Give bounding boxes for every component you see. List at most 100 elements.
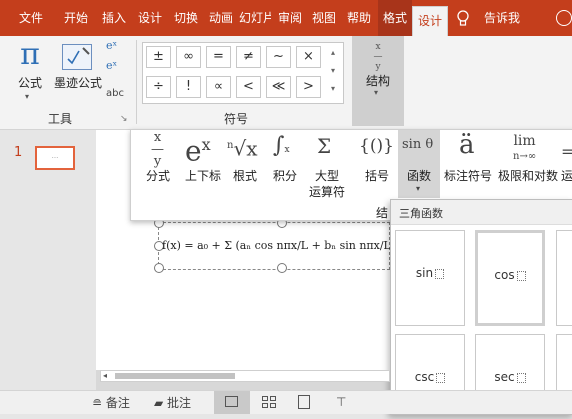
tab-review[interactable]: 审阅 <box>272 0 308 36</box>
notes-label: 备注 <box>105 396 130 410</box>
fourier-equation[interactable]: f(x) = a₀ + Σ (aₙ cos nπx/L + bₙ sin nπx… <box>162 228 390 264</box>
structure-radical[interactable]: n√x 根式 <box>227 130 263 212</box>
resize-handle[interactable] <box>154 263 164 273</box>
tab-help[interactable]: 帮助 <box>341 0 377 36</box>
function-label: cos <box>494 268 515 282</box>
status-bar: ≘ 备注 ▰ 批注 ⊤ <box>0 390 572 414</box>
tab-equation-design[interactable]: 设计 <box>412 6 448 36</box>
tools-group-label: 工具 <box>47 112 72 126</box>
tab-design[interactable]: 设计 <box>132 0 168 36</box>
fraction-icon: x — y <box>151 130 164 169</box>
structure-integral[interactable]: ∫x 积分 <box>267 130 303 212</box>
lightbulb-icon <box>456 0 470 36</box>
tab-slideshow[interactable]: 幻灯片 <box>239 0 271 36</box>
function-tan-partial[interactable] <box>556 230 572 326</box>
linear-format-icon[interactable]: eˣ <box>106 60 117 71</box>
sigma-icon: Σ <box>317 134 332 158</box>
function-label: sin <box>415 266 434 280</box>
symbol-proportional[interactable]: ∝ <box>206 76 231 98</box>
comments-label: 批注 <box>167 396 192 410</box>
normal-view-icon <box>225 396 238 407</box>
structure-label: 运 <box>561 169 572 183</box>
symbol-not-equal[interactable]: ≠ <box>236 46 261 68</box>
symbol-factorial[interactable]: ! <box>176 76 201 98</box>
structure-label: 括号 <box>364 169 389 183</box>
group-divider <box>136 40 137 124</box>
structure-label: 结构 <box>365 74 390 88</box>
symbols-group-label: 符号 <box>223 112 248 126</box>
equation-text: f(x) = a₀ + Σ (aₙ cos nπx/L + bₙ sin nπx… <box>162 239 390 252</box>
symbol-times[interactable]: × <box>296 46 321 68</box>
ribbon-panel: π 公式 ▾ 墨迹公式 eˣ eˣ abc 工具 ↘ ± ∞ = ≠ ~ × ÷… <box>0 36 572 130</box>
function-icon: sin θ <box>402 137 434 152</box>
professional-format-icon[interactable]: eˣ <box>106 40 117 51</box>
structure-label: 分式 <box>145 169 170 183</box>
reading-view-icon[interactable] <box>298 395 310 409</box>
dialog-launcher-icon[interactable]: ↘ <box>120 114 128 124</box>
gallery-scroll-controls[interactable]: ▴ ▾ ▾ <box>326 44 340 100</box>
equation-button-label[interactable]: 公式 <box>15 74 45 91</box>
integral-icon: ∫x <box>273 133 290 158</box>
horizontal-scrollbar[interactable]: ◂ <box>100 370 390 382</box>
scrollbar-thumb[interactable] <box>115 373 235 379</box>
slide-thumbnail[interactable]: ··· <box>35 146 75 170</box>
structure-label: 大型 运算符 <box>308 169 345 199</box>
placeholder-box-icon <box>516 270 526 281</box>
account-icon[interactable] <box>556 10 572 26</box>
structure-label: 极限和对数 <box>497 169 558 183</box>
limit-icon: lim n→∞ <box>513 133 537 162</box>
chevron-down-icon: ▾ <box>25 92 30 101</box>
equation-pi-icon[interactable]: π <box>14 38 46 72</box>
radical-icon: n√x <box>227 136 258 161</box>
symbol-divide[interactable]: ÷ <box>146 76 171 98</box>
ink-equation-icon[interactable] <box>62 44 92 70</box>
symbol-equals[interactable]: = <box>206 46 231 68</box>
slide-thumbnail-pane: 1 ··· <box>0 130 96 390</box>
resize-handle[interactable] <box>277 263 287 273</box>
symbol-infinity[interactable]: ∞ <box>176 46 201 68</box>
slide-number: 1 <box>14 145 23 160</box>
trig-functions-header: 三角函数 <box>399 207 443 220</box>
scroll-left-icon[interactable]: ◂ <box>103 371 107 380</box>
slide-sorter-icon[interactable] <box>262 396 276 408</box>
function-cos[interactable]: cos <box>475 230 545 326</box>
tab-home[interactable]: 开始 <box>58 0 94 36</box>
tab-format[interactable]: 格式 <box>378 0 412 36</box>
tab-insert[interactable]: 插入 <box>96 0 132 36</box>
placeholder-box-icon <box>435 268 445 279</box>
symbol-plus-minus[interactable]: ± <box>146 46 171 68</box>
structure-large-operator[interactable]: Σ 大型 运算符 <box>305 130 349 212</box>
structure-script[interactable]: ex 上下标 <box>179 130 227 212</box>
tab-animations[interactable]: 动画 <box>203 0 239 36</box>
chevron-down-icon: ▾ <box>416 184 421 193</box>
structure-label: 积分 <box>272 169 297 183</box>
tab-transitions[interactable]: 切换 <box>168 0 204 36</box>
structure-label: 标注符号 <box>443 169 492 183</box>
structure-label: 函数 <box>406 169 431 183</box>
symbol-less-than[interactable]: < <box>236 76 261 98</box>
function-label: csc <box>414 370 435 384</box>
tell-me-search[interactable]: 告诉我 <box>480 0 524 36</box>
chevron-down-icon: ▾ <box>374 88 379 97</box>
structures-group-label: 结 <box>376 206 389 220</box>
slideshow-icon[interactable]: ⊤ <box>336 395 346 409</box>
normal-view-button[interactable] <box>214 391 250 414</box>
script-icon: ex <box>185 134 211 168</box>
symbol-greater-than[interactable]: > <box>296 76 321 98</box>
structure-button[interactable]: x — y 结构 ▾ <box>352 36 404 126</box>
symbol-much-less[interactable]: ≪ <box>266 76 291 98</box>
tab-view[interactable]: 视图 <box>306 0 342 36</box>
tab-file[interactable]: 文件 <box>8 0 54 36</box>
operator-icon: = <box>561 142 572 161</box>
ink-equation-label[interactable]: 墨迹公式 <box>52 74 104 91</box>
function-label: sec <box>494 370 515 384</box>
function-sin[interactable]: sin <box>395 230 465 326</box>
comments-button[interactable]: ▰ 批注 <box>154 394 191 411</box>
normal-text-button[interactable]: abc <box>106 88 124 99</box>
symbol-tilde[interactable]: ~ <box>266 46 291 68</box>
structure-function[interactable]: sin θ 函数 ▾ <box>398 130 440 198</box>
placeholder-box-icon <box>436 372 446 383</box>
structure-fraction[interactable]: x — y 分式 <box>137 130 179 212</box>
notes-button[interactable]: ≘ 备注 <box>92 394 130 411</box>
structure-label: 上下标 <box>184 169 221 183</box>
